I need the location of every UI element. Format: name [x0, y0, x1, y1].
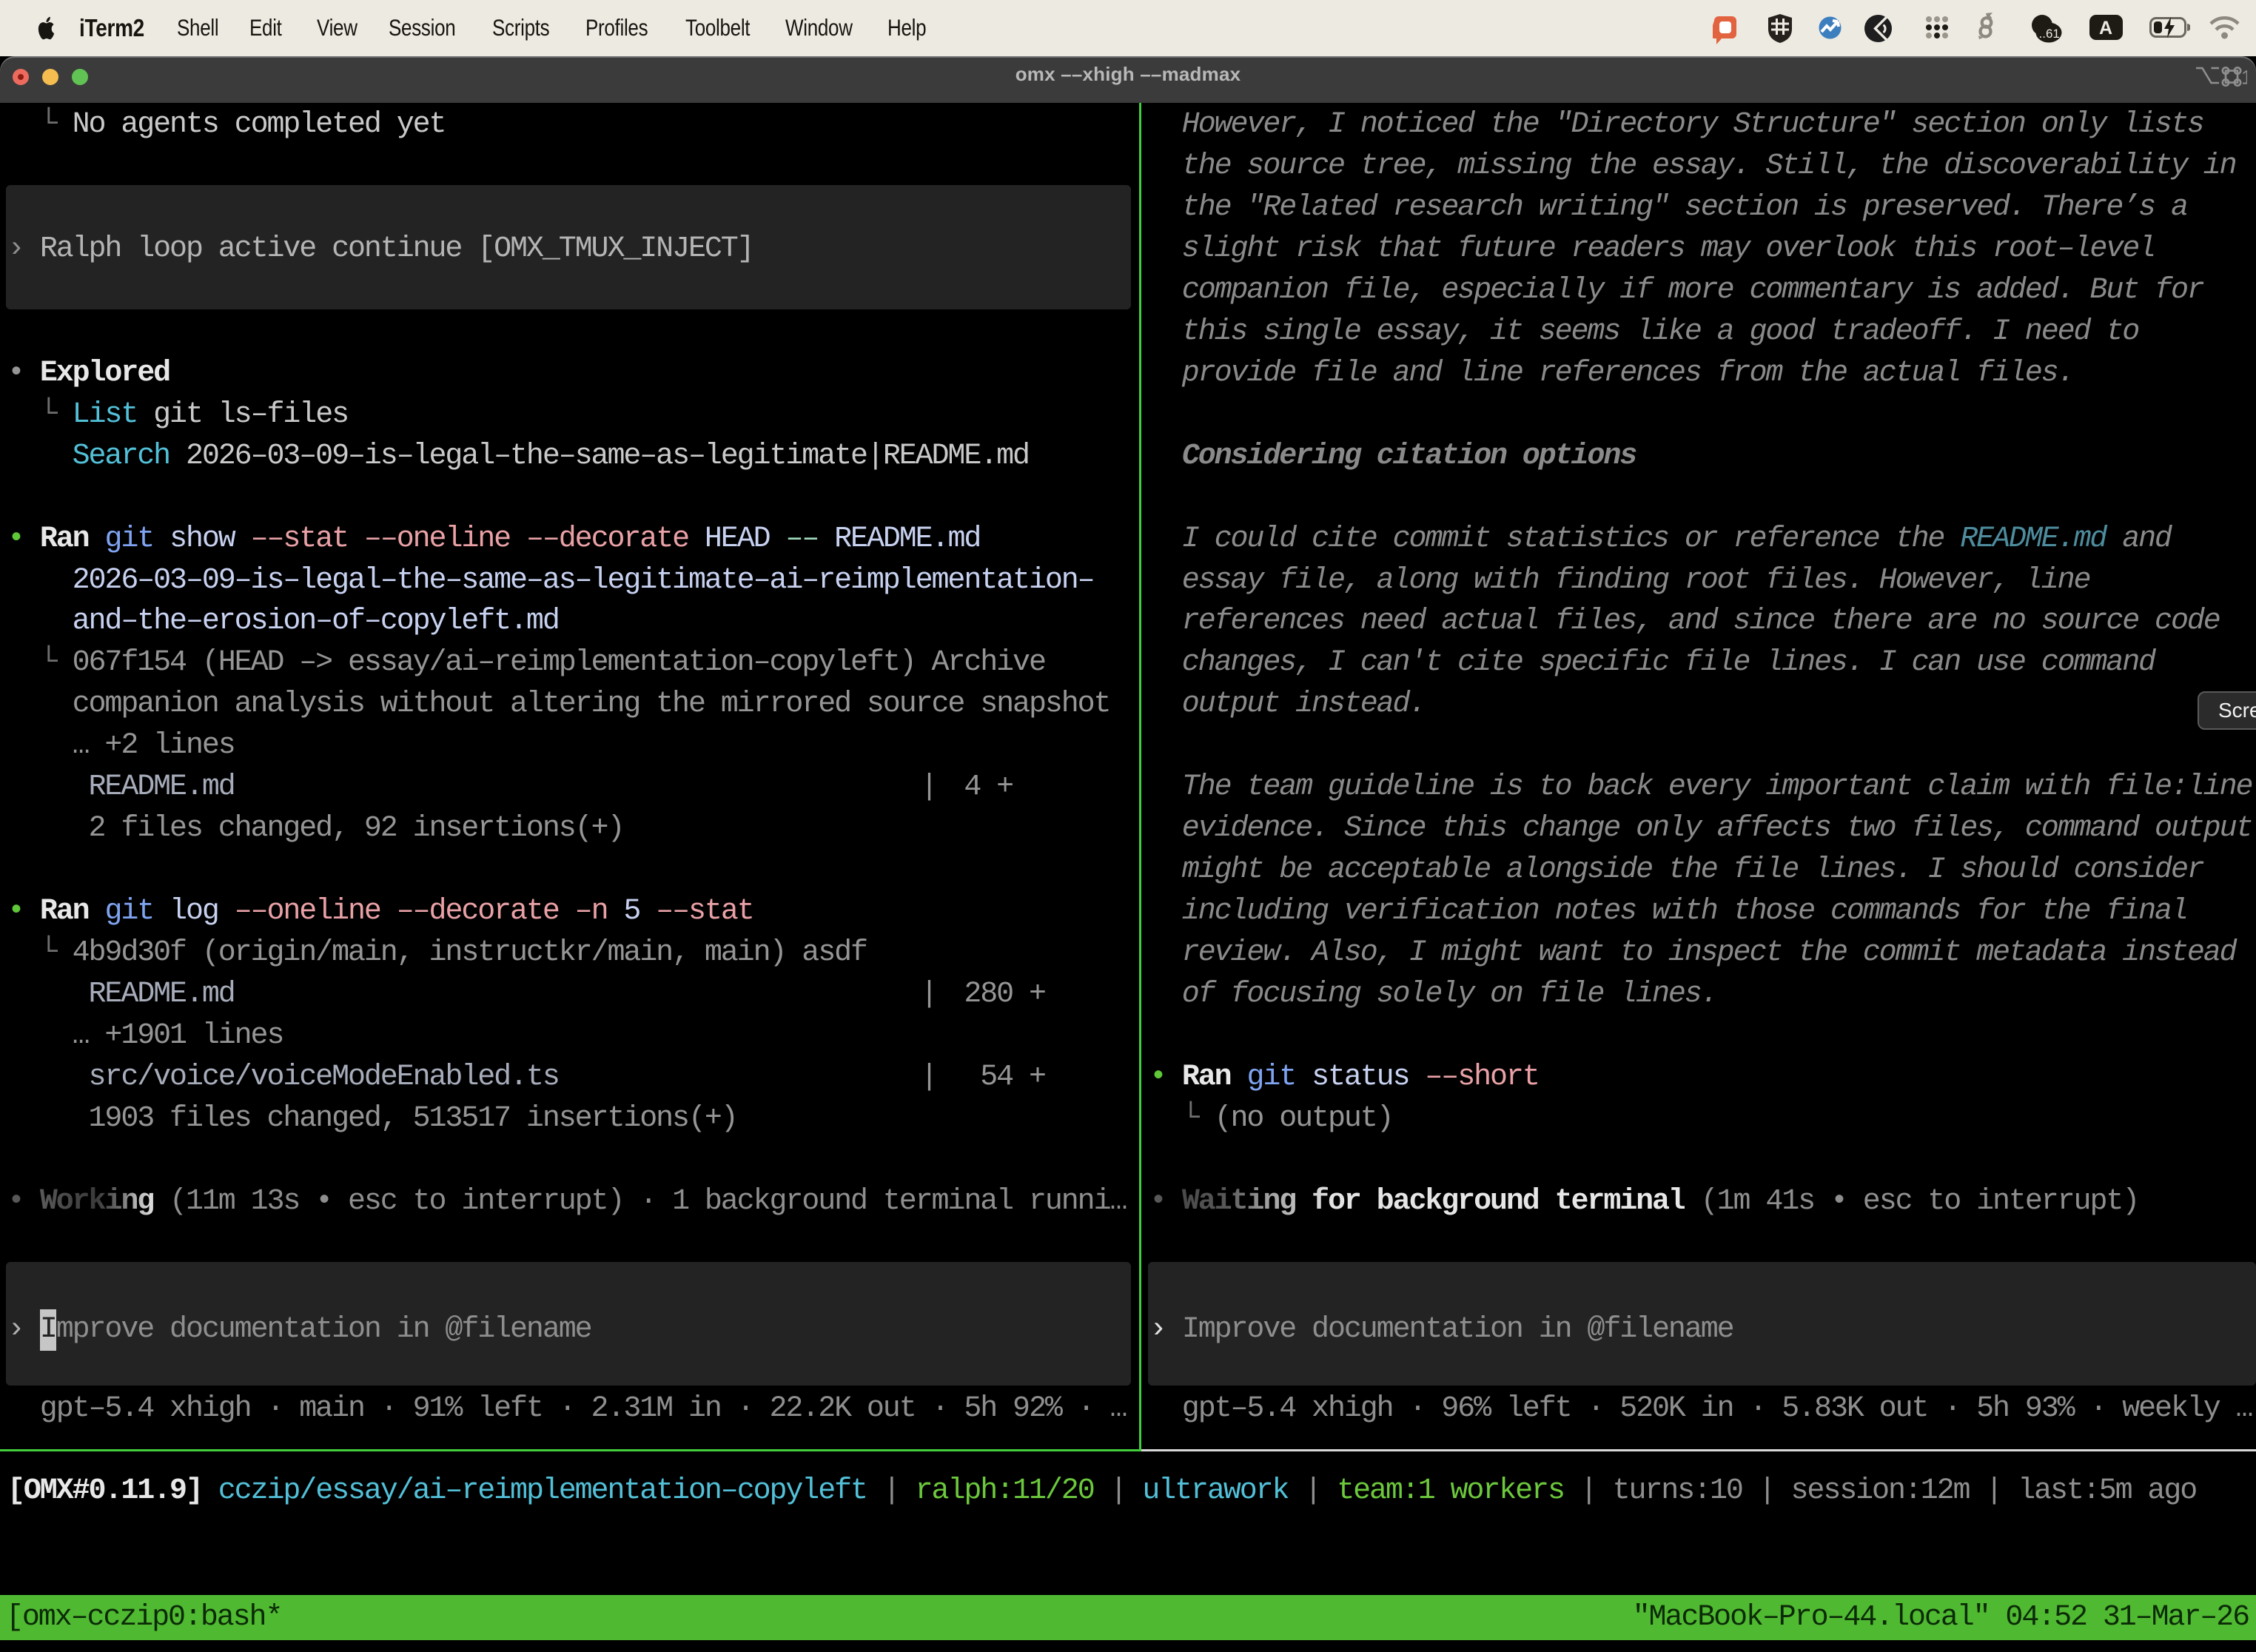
svg-text:1: 1	[2241, 67, 2247, 87]
svg-text:..61: ..61	[2039, 27, 2060, 41]
svg-text:A: A	[2099, 18, 2112, 38]
